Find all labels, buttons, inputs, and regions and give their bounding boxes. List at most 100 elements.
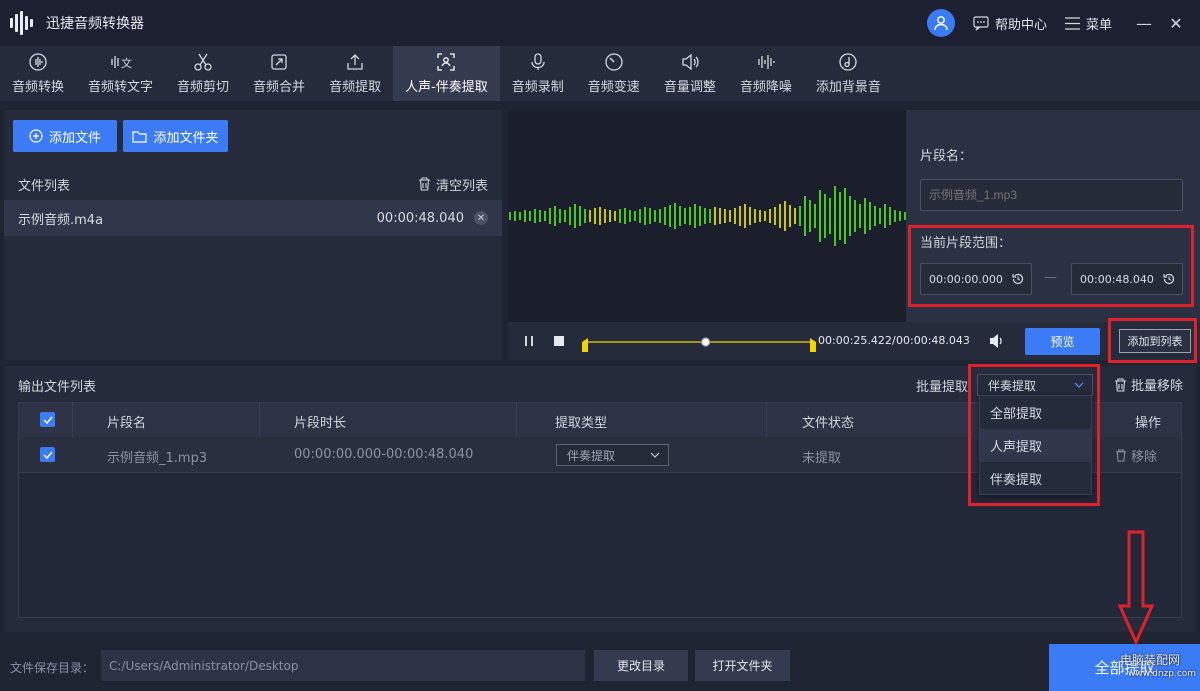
tab-label: 音频录制 xyxy=(511,80,564,95)
highlight-dropdown-box xyxy=(968,364,1100,506)
menu-button[interactable]: 菜单 xyxy=(1064,14,1112,33)
column-header: 提取类型 xyxy=(555,416,608,431)
watermark: 电脑装配网 www.dnzp.com xyxy=(1120,653,1196,681)
add-folder-button[interactable]: 添加文件夹 xyxy=(123,120,228,152)
file-duration: 00:00:48.040 xyxy=(376,210,464,226)
add-file-label: 添加文件 xyxy=(48,130,101,146)
segment-name-input[interactable] xyxy=(920,179,1183,211)
file-status-cell: 未提取 xyxy=(802,451,842,466)
output-list-title: 输出文件列表 xyxy=(18,380,97,395)
tab-label: 音频剪切 xyxy=(177,80,230,95)
watermark-title: 电脑装配网 xyxy=(1120,653,1181,667)
volume-icon xyxy=(680,52,700,72)
column-header: 片段时长 xyxy=(294,416,347,431)
tab-audio-record[interactable]: 音频录制 xyxy=(500,46,576,101)
tab-label: 添加背景音 xyxy=(815,80,881,95)
file-list-title: 文件列表 xyxy=(18,178,71,194)
audio-to-text-icon: 文 xyxy=(110,52,132,72)
stop-icon[interactable] xyxy=(552,334,566,348)
trash-icon xyxy=(1115,449,1127,462)
playback-bar: 00:00:25.422 / xyxy=(508,322,906,360)
change-directory-button[interactable]: 更改目录 xyxy=(594,650,688,681)
playhead-knob[interactable] xyxy=(701,337,711,347)
remove-file-icon[interactable]: ✕ xyxy=(474,211,488,225)
preview-button[interactable]: 预览 xyxy=(1025,328,1100,355)
help-center-button[interactable]: 帮助中心 xyxy=(973,14,1047,33)
merge-icon xyxy=(269,52,289,72)
tab-audio-denoise[interactable]: 音频降噪 xyxy=(728,46,804,101)
save-path-field[interactable]: C:/Users/Administrator/Desktop xyxy=(101,650,585,681)
minimize-button[interactable]: — xyxy=(1130,14,1158,33)
extract-type-select[interactable]: 伴奏提取 xyxy=(556,444,669,466)
select-all-checkbox[interactable] xyxy=(40,412,55,427)
segment-name-cell: 示例音频_1.mp3 xyxy=(107,451,208,466)
remove-row-label: 移除 xyxy=(1131,450,1158,465)
watermark-url: www.dnzp.com xyxy=(1128,669,1197,679)
tab-label: 音频转换 xyxy=(12,80,65,95)
batch-remove-button[interactable]: 批量移除 xyxy=(1114,375,1183,394)
add-to-list-button[interactable]: 添加到列表 xyxy=(1119,329,1191,353)
volume-icon[interactable] xyxy=(988,332,1006,350)
file-list-item[interactable]: 示例音频.m4a 00:00:48.040 ✕ xyxy=(4,200,502,236)
segment-duration-cell: 00:00:00.000-00:00:48.040 xyxy=(294,447,474,462)
folder-icon xyxy=(132,130,148,143)
tab-audio-convert[interactable]: 音频转换 xyxy=(0,46,76,101)
scissors-icon xyxy=(193,52,213,72)
close-button[interactable]: ✕ xyxy=(1162,14,1190,33)
file-panel: 添加文件 添加文件夹 文件列表 清空列表 示例音频.m4a 00:00:48.0… xyxy=(4,110,502,360)
tab-label: 音频提取 xyxy=(329,80,382,95)
tab-add-background-music[interactable]: 添加背景音 xyxy=(804,46,893,101)
pause-icon[interactable] xyxy=(522,334,536,348)
tab-audio-extract[interactable]: 音频提取 xyxy=(317,46,393,101)
red-arrow-annotation xyxy=(1118,530,1154,646)
row-checkbox[interactable] xyxy=(40,447,55,462)
clear-list-label: 清空列表 xyxy=(435,178,488,194)
tab-volume-adjust[interactable]: 音量调整 xyxy=(652,46,728,101)
timeline-slider[interactable] xyxy=(580,330,818,354)
svg-text:文: 文 xyxy=(121,56,132,70)
extract-type-value: 伴奏提取 xyxy=(567,448,616,463)
trash-icon xyxy=(418,177,430,191)
trash-icon xyxy=(1115,377,1126,392)
speed-icon xyxy=(604,52,624,72)
tab-vocal-extract[interactable]: 人声-伴奏提取 xyxy=(393,46,500,101)
save-path-value: C:/Users/Administrator/Desktop xyxy=(109,658,299,673)
add-folder-label: 添加文件夹 xyxy=(153,130,219,146)
app-title: 迅捷音频转换器 xyxy=(46,16,144,32)
tab-label: 音频降噪 xyxy=(739,80,792,95)
tab-audio-merge[interactable]: 音频合并 xyxy=(241,46,317,101)
tab-label: 音频变速 xyxy=(587,80,640,95)
segment-name-label: 片段名： xyxy=(920,149,973,164)
batch-remove-label: 批量移除 xyxy=(1131,379,1184,394)
tab-label: 音量调整 xyxy=(663,80,716,95)
microphone-icon xyxy=(528,52,548,72)
column-header: 片段名 xyxy=(107,416,147,431)
save-directory-label: 文件保存目录： xyxy=(10,661,95,675)
tab-audio-cut[interactable]: 音频剪切 xyxy=(165,46,241,101)
tab-audio-speed[interactable]: 音频变速 xyxy=(576,46,652,101)
app-logo-icon xyxy=(10,10,36,36)
remove-row-button[interactable]: 移除 xyxy=(1115,446,1157,465)
add-file-button[interactable]: 添加文件 xyxy=(13,120,117,152)
tab-label: 人声-伴奏提取 xyxy=(405,80,488,95)
file-list-header: 文件列表 清空列表 xyxy=(4,168,502,200)
file-name: 示例音频.m4a xyxy=(18,212,104,228)
vocal-extract-icon xyxy=(436,52,456,72)
range-start-handle[interactable] xyxy=(582,338,588,352)
total-time: 00:00:48.043 xyxy=(896,334,970,347)
background-music-icon xyxy=(838,52,858,72)
current-time: 00:00:25.422 xyxy=(818,334,892,347)
range-end-handle[interactable] xyxy=(810,338,816,352)
waveform-panel xyxy=(508,110,906,322)
menu-label: 菜单 xyxy=(1085,17,1112,33)
hamburger-icon xyxy=(1064,16,1080,30)
clear-list-button[interactable]: 清空列表 xyxy=(418,175,488,194)
tab-label: 音频转文字 xyxy=(88,80,154,95)
waveform xyxy=(509,186,906,246)
user-avatar-icon[interactable] xyxy=(926,9,955,37)
column-header: 操作 xyxy=(1135,416,1162,431)
highlight-range-box xyxy=(908,225,1194,307)
open-folder-button[interactable]: 打开文件夹 xyxy=(695,650,790,681)
tab-label: 音频合并 xyxy=(253,80,306,95)
tab-audio-to-text[interactable]: 文 音频转文字 xyxy=(76,46,165,101)
